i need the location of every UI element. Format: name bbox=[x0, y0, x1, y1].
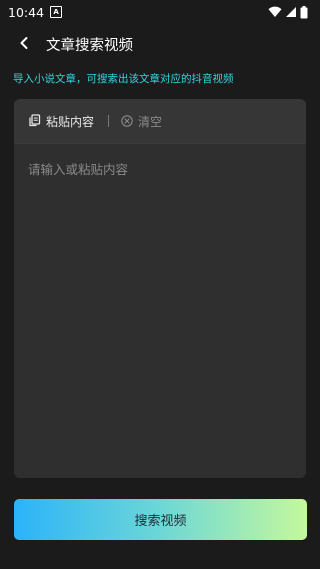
status-right bbox=[268, 5, 308, 19]
back-button[interactable] bbox=[12, 32, 36, 56]
app-header: 文章搜索视频 bbox=[0, 28, 320, 60]
status-left: 10:44 A bbox=[8, 4, 63, 20]
status-bar: 10:44 A bbox=[0, 0, 320, 24]
chevron-left-icon bbox=[17, 35, 31, 54]
content-input[interactable] bbox=[14, 145, 306, 478]
page-title: 文章搜索视频 bbox=[46, 37, 133, 54]
paste-label: 粘贴内容 bbox=[46, 114, 95, 129]
copy-icon bbox=[28, 112, 41, 131]
clear-button[interactable]: 清空 bbox=[121, 112, 162, 131]
status-time: 10:44 bbox=[8, 4, 45, 20]
notification-badge: A bbox=[50, 6, 63, 18]
wifi-icon bbox=[268, 6, 282, 18]
toolbar-divider bbox=[108, 115, 110, 127]
content-panel: 粘贴内容 清空 bbox=[14, 99, 306, 478]
search-video-button[interactable]: 搜索视频 bbox=[14, 499, 307, 540]
clear-label: 清空 bbox=[138, 114, 163, 129]
close-circle-icon bbox=[121, 112, 133, 131]
search-button-label: 搜索视频 bbox=[134, 514, 187, 529]
panel-toolbar: 粘贴内容 清空 bbox=[14, 99, 306, 144]
paste-button[interactable]: 粘贴内容 bbox=[28, 112, 94, 131]
battery-icon bbox=[300, 5, 308, 19]
hint-text: 导入小说文章，可搜索出该文章对应的抖音视频 bbox=[13, 73, 234, 85]
signal-icon bbox=[285, 6, 297, 18]
